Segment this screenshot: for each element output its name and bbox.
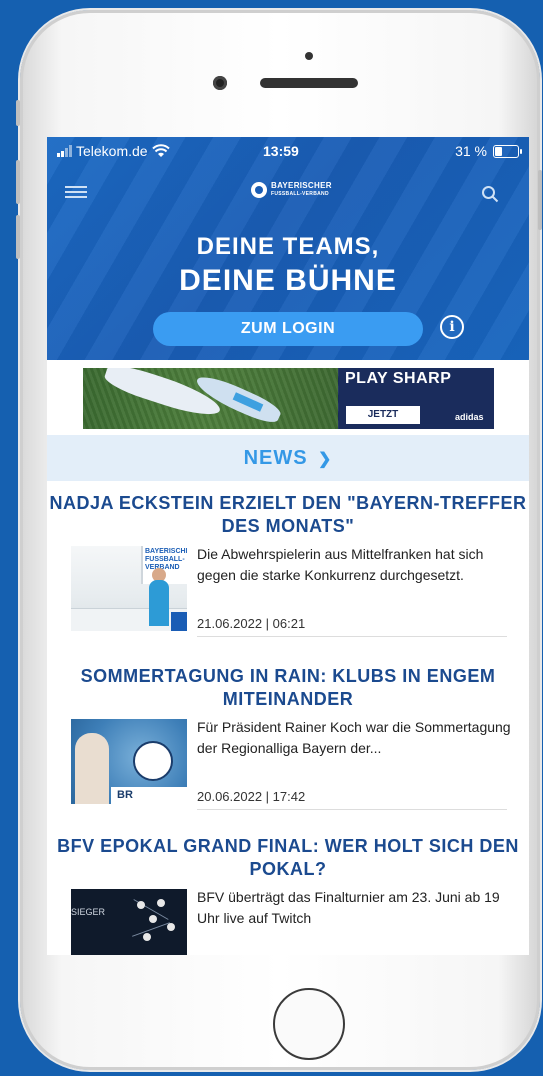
ad-cta-button[interactable]: JETZT KAUFEN <box>345 405 421 429</box>
ad-banner[interactable]: PLAY SHARP JETZT KAUFEN adidas <box>83 368 494 429</box>
article-thumbnail[interactable]: BR <box>71 719 187 804</box>
article-body: SIEGER BFV überträgt das Finalturnier am… <box>47 881 529 955</box>
mute-switch <box>16 100 20 126</box>
home-button[interactable] <box>273 988 345 1060</box>
thumb-dot <box>157 899 165 907</box>
menu-icon[interactable] <box>63 183 89 203</box>
hero-title-line2: DEINE BÜHNE <box>179 264 397 297</box>
article-excerpt: BFV überträgt das Finalturnier am 23. Ju… <box>197 889 500 926</box>
thumb-dot <box>149 915 157 923</box>
volume-down-button <box>16 215 20 259</box>
news-section-link[interactable]: NEWS ❯ <box>47 435 529 481</box>
battery-percent: 31 % <box>455 143 487 159</box>
article-thumbnail[interactable]: SIEGER <box>71 889 187 955</box>
ad-headline: PLAY SHARP <box>345 370 452 387</box>
info-icon[interactable]: i <box>440 315 464 339</box>
signal-icon <box>57 145 72 157</box>
hero-title-line1: DEINE TEAMS, <box>196 233 380 260</box>
status-left: Telekom.de <box>57 143 170 159</box>
bfv-logo[interactable]: BAYERISCHER FUSSBALL-VERBAND <box>251 182 332 198</box>
thumb-banner-text: BAYERISCHER FUSSBALL-VERBAND <box>145 548 187 571</box>
news-article: BFV EPOKAL GRAND FINAL: WER HOLT SICH DE… <box>47 835 529 955</box>
status-right: 31 % <box>455 143 522 159</box>
front-camera <box>213 76 227 90</box>
article-date: 20.06.2022 | 17:42 <box>197 789 306 804</box>
chevron-right-icon: ❯ <box>318 451 333 468</box>
logo-line2: FUSSBALL-VERBAND <box>271 191 329 197</box>
thumb-accent <box>171 612 187 631</box>
thumb-dot <box>137 901 145 909</box>
status-time: 13:59 <box>263 143 299 159</box>
bfv-logo-mark <box>251 182 267 198</box>
proximity-sensor <box>305 52 313 60</box>
power-button <box>538 170 542 230</box>
article-body: BAYERISCHER FUSSBALL-VERBAND Die Abwehrs… <box>47 538 529 638</box>
article-excerpt: Die Abwehrspielerin aus Mittelfranken ha… <box>197 546 484 583</box>
thumb-dot <box>143 933 151 941</box>
status-bar: Telekom.de 13:59 31 % <box>47 137 529 165</box>
volume-up-button <box>16 160 20 204</box>
article-title[interactable]: BFV EPOKAL GRAND FINAL: WER HOLT SICH DE… <box>47 835 529 881</box>
divider <box>197 636 507 637</box>
thumb-dot <box>167 923 175 931</box>
news-article: SOMMERTAGUNG IN RAIN: KLUBS IN ENGEM MIT… <box>47 665 529 811</box>
thumb-strip-text: BR <box>117 789 133 801</box>
article-title[interactable]: NADJA ECKSTEIN ERZIELT DEN "BAYERN-TREFF… <box>47 492 529 538</box>
search-icon[interactable] <box>481 185 499 203</box>
carrier-label: Telekom.de <box>76 143 148 159</box>
logo-line1: BAYERISCHER <box>271 181 332 190</box>
bfv-logo-text: BAYERISCHER FUSSBALL-VERBAND <box>271 182 332 198</box>
article-excerpt: Für Präsident Rainer Koch war die Sommer… <box>197 719 511 756</box>
app-screen: Telekom.de 13:59 31 % BAYERISCHER FUSSBA… <box>47 137 529 955</box>
thumb-person <box>149 580 169 626</box>
thumb-desk <box>71 608 187 631</box>
battery-icon <box>493 144 522 158</box>
earpiece-speaker <box>260 78 358 88</box>
news-label: NEWS <box>243 447 308 469</box>
article-title[interactable]: SOMMERTAGUNG IN RAIN: KLUBS IN ENGEM MIT… <box>47 665 529 711</box>
wifi-icon <box>151 144 170 157</box>
article-body: BR Für Präsident Rainer Koch war die Som… <box>47 711 529 811</box>
thumb-strip: BR <box>111 787 187 804</box>
thumb-football <box>133 741 173 781</box>
divider <box>197 809 507 810</box>
thumb-person <box>75 733 109 804</box>
thumb-text: SIEGER <box>71 907 106 917</box>
thumb-line <box>132 922 170 937</box>
login-button[interactable]: ZUM LOGIN <box>153 312 423 346</box>
article-date: 21.06.2022 | 06:21 <box>197 616 306 631</box>
article-thumbnail[interactable]: BAYERISCHER FUSSBALL-VERBAND <box>71 546 187 631</box>
news-article: NADJA ECKSTEIN ERZIELT DEN "BAYERN-TREFF… <box>47 492 529 638</box>
ad-brand-logo: adidas <box>455 412 484 422</box>
